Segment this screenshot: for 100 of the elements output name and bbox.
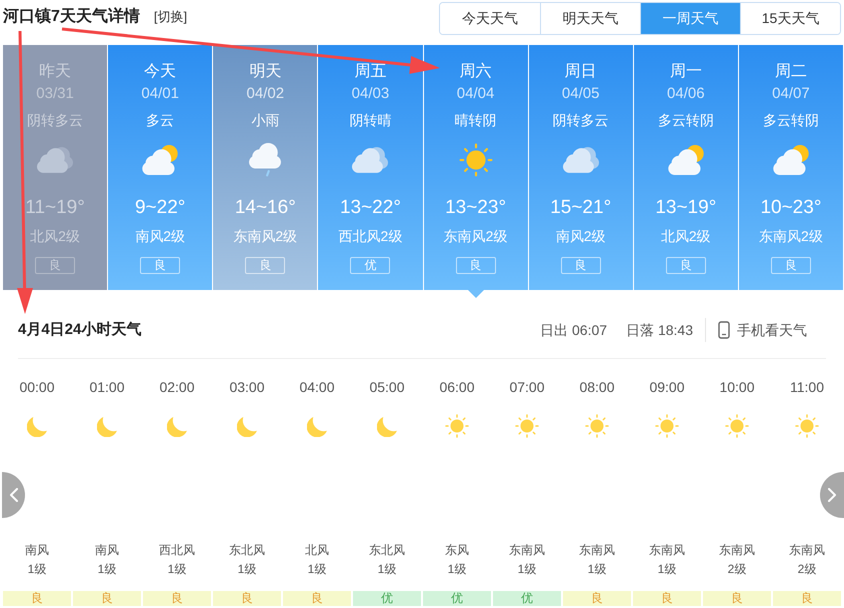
day-card[interactable]: 周六 04/04 晴转阴 13~23° 东南风2级 良 [424, 45, 528, 290]
temperature-range: 13~23° [445, 196, 506, 220]
air-quality-badge: 良 [560, 257, 601, 274]
hour-time: 05:00 [369, 378, 405, 397]
sun-icon [585, 414, 609, 438]
tab[interactable]: 15天天气 [740, 3, 840, 34]
air-quality-tag: 良 [773, 591, 841, 606]
sunrise-time: 日出 06:07 [540, 321, 608, 340]
wind-level: 2级 [798, 561, 816, 578]
moon-icon [376, 416, 398, 436]
wind-level: 1级 [308, 561, 326, 578]
rain-cloud-icon [249, 143, 282, 177]
hour-time: 01:00 [89, 378, 125, 397]
day-date: 04/03 [352, 84, 390, 104]
wind-text: 南风2级 [135, 227, 186, 246]
temperature-range: 13~22° [340, 196, 401, 220]
air-quality-tag: 良 [143, 591, 211, 606]
wind-direction: 东南风 [579, 542, 615, 559]
day-card[interactable]: 明天 04/02 小雨 14~16° 东南风2级 良 [213, 45, 318, 290]
chevron-left-icon [10, 488, 18, 502]
hour-time: 00:00 [19, 378, 55, 397]
temperature-range: 13~19° [655, 196, 716, 220]
mobile-weather-link[interactable]: 手机看天气 [718, 320, 807, 340]
next-button[interactable] [820, 472, 844, 518]
day-name: 明天 [249, 62, 282, 82]
wind-direction: 东南风 [509, 542, 545, 559]
wind-level: 1级 [98, 561, 116, 578]
cloud-icon [352, 147, 388, 173]
day-card[interactable]: 周一 04/06 多云转阴 13~19° 北风2级 良 [634, 45, 738, 290]
air-quality-tag: 优 [493, 591, 561, 606]
phone-icon [718, 321, 730, 339]
weather-text: 阴转晴 [349, 111, 392, 130]
air-quality-badge: 良 [140, 257, 180, 274]
air-quality-tag: 良 [213, 591, 281, 606]
day-name: 今天 [144, 62, 176, 82]
temperature-range: 11~19° [25, 196, 85, 220]
wind-direction: 东北风 [369, 542, 405, 559]
wind-level: 1级 [518, 561, 536, 578]
wind-level: 1级 [238, 561, 256, 578]
wind-direction: 西北风 [159, 542, 195, 559]
air-quality-tag: 良 [633, 591, 701, 606]
sun-icon [795, 414, 819, 438]
day-name: 昨天 [39, 62, 72, 82]
hour-time: 08:00 [579, 378, 615, 397]
cloud-icon [37, 147, 74, 173]
day-name: 周二 [774, 62, 807, 82]
temperature-range: 9~22° [134, 196, 186, 220]
moon-icon [306, 416, 328, 436]
wind-text: 东南风2级 [444, 227, 508, 246]
wind-direction: 南风 [95, 542, 119, 559]
day-name: 周五 [354, 62, 386, 82]
hour-time: 10:00 [719, 378, 755, 397]
air-quality-tag: 良 [3, 591, 71, 606]
wind-level: 1级 [168, 561, 186, 578]
air-quality-tag: 良 [283, 591, 351, 606]
sun-behind-cloud-icon [772, 145, 809, 175]
wind-text: 西北风2级 [338, 227, 402, 246]
switch-link[interactable]: [切换] [154, 8, 188, 26]
hour-time: 11:00 [790, 378, 824, 397]
tab[interactable]: 一周天气 [640, 3, 740, 34]
hour-time: 04:00 [299, 378, 335, 397]
day-date: 04/05 [562, 84, 600, 104]
sun-behind-cloud-icon [142, 145, 178, 175]
day-date: 04/07 [772, 84, 810, 104]
wind-level: 1级 [378, 561, 396, 578]
weather-text: 多云转阴 [762, 111, 819, 130]
day-card[interactable]: 周五 04/03 阴转晴 13~22° 西北风2级 优 [318, 45, 422, 290]
day-card[interactable]: 周日 04/05 阴转多云 15~21° 南风2级 良 [528, 45, 633, 290]
hour-time: 07:00 [509, 378, 545, 397]
weather-text: 阴转多云 [552, 111, 609, 130]
day-card[interactable]: 周二 04/07 多云转阴 10~23° 东南风2级 良 [738, 45, 843, 290]
weather-text: 多云 [146, 111, 174, 130]
wind-direction: 东南风 [719, 542, 755, 559]
sun-icon [458, 143, 493, 177]
cloud-icon [562, 147, 599, 173]
air-quality-badge: 优 [350, 257, 390, 274]
air-quality-tag: 良 [563, 591, 631, 606]
air-quality-tag: 良 [73, 591, 141, 606]
previous-button[interactable] [2, 472, 25, 518]
wind-text: 东南风2级 [233, 227, 298, 246]
sun-icon [725, 414, 749, 438]
air-quality-tag: 优 [423, 591, 491, 606]
day-date: 04/01 [141, 84, 179, 104]
wind-direction: 东北风 [229, 542, 265, 559]
selection-pointer-icon [468, 290, 484, 298]
air-quality-tag: 良 [703, 591, 771, 606]
wind-direction: 北风 [305, 542, 329, 559]
wind-text: 南风2级 [556, 227, 606, 246]
page-title: 河口镇7天天气详情 [3, 6, 140, 27]
moon-icon [166, 416, 188, 436]
day-card[interactable]: 今天 04/01 多云 9~22° 南风2级 良 [108, 45, 212, 290]
air-quality-badge: 良 [245, 257, 286, 274]
day-name: 周日 [564, 62, 597, 82]
air-quality-tag: 优 [353, 591, 421, 606]
moon-icon [26, 416, 48, 436]
day-date: 04/04 [456, 84, 494, 104]
weather-text: 小雨 [251, 111, 280, 130]
weather-text: 多云转阴 [658, 111, 714, 130]
sun-behind-cloud-icon [668, 145, 704, 175]
wind-text: 北风2级 [660, 227, 711, 246]
